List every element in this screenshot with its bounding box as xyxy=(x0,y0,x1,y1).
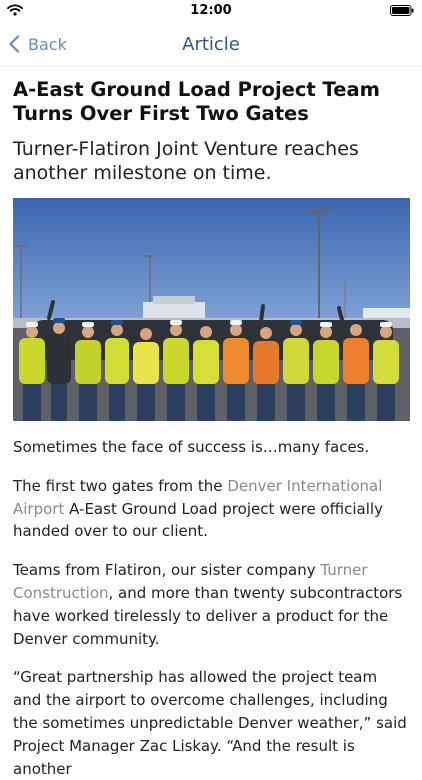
paragraph-1: Sometimes the face of success is…many fa… xyxy=(13,438,370,456)
article-headline: A-East Ground Load Project Team Turns Ov… xyxy=(13,78,380,125)
paragraph-3-text-start: Teams from Flatiron, our sister company xyxy=(13,561,321,580)
paragraph-3: Teams from Flatiron, our sister company … xyxy=(13,559,410,650)
article-subhead: Turner-Flatiron Joint Venture reaches an… xyxy=(13,138,359,184)
page-title: Article xyxy=(182,34,240,55)
paragraph-2-text-end: A-East Ground Load project were official… xyxy=(13,499,383,541)
status-bar: 12:00 xyxy=(0,0,422,22)
team-photo xyxy=(13,198,410,421)
status-time: 12:00 xyxy=(190,3,232,18)
battery-icon xyxy=(390,5,414,16)
paragraph-2-text-start: The first two gates from the xyxy=(13,476,228,495)
article-content: A-East Ground Load Project Team Turns Ov… xyxy=(13,78,410,780)
paragraph-4: “Great partnership has allowed the proje… xyxy=(13,668,407,778)
navigation-bar: Back Article xyxy=(0,22,422,67)
paragraph-2: The first two gates from the Denver Inte… xyxy=(13,475,410,543)
